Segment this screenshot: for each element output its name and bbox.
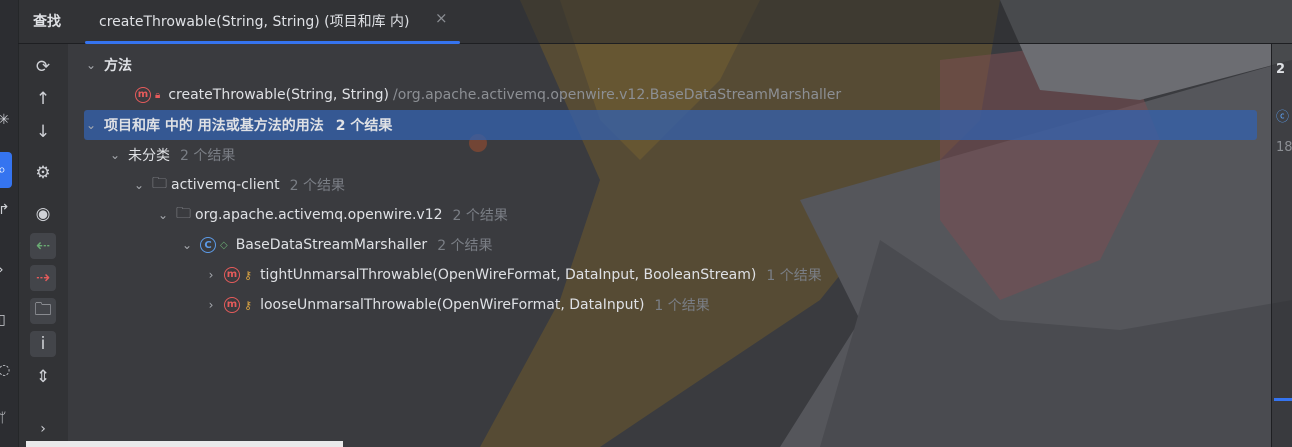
chevron-right-icon[interactable]: › [204,298,218,312]
right-side-panel: 2 ⓒ 18 [1271,44,1292,447]
find-tool-window: ✳ ⌕ ↱ › ▯ ◌ ᛘ 查找 createThrowable(String,… [0,0,1292,447]
tree-node-class[interactable]: ⌄ C ◇ BaseDataStreamMarshaller 2 个结果 [68,230,1258,260]
branch-icon[interactable]: ᛘ [0,410,12,426]
public-access-icon: ◇ [220,239,228,251]
method2-label: looseUnmarsalThrowable(OpenWireFormat, D… [260,297,645,313]
method-icon: m [224,297,240,313]
find-toolbar: ⟳ ↑ ↓ ⚙ ◉ ⇠ ⇢ 🗀 i ⇕ › [18,44,68,447]
results-tree: ⌄ 方法 m 🔒︎ createThrowable(String, String… [68,44,1268,447]
method1-label: tightUnmarsalThrowable(OpenWireFormat, D… [260,267,757,283]
right-edge-line-number: 18 [1276,140,1292,155]
chevron-down-icon[interactable]: ⌄ [132,178,146,192]
tree-node-package[interactable]: ⌄ 🗀 org.apache.activemq.openwire.v12 2 个… [68,200,1258,230]
usages-header-label: 项目和库 中的 用法或基方法的用法 [104,118,324,134]
class-label: BaseDataStreamMarshaller [235,237,428,253]
circle-icon[interactable]: ◌ [0,362,12,378]
tree-node-target-method[interactable]: m 🔒︎ createThrowable(String, String) /or… [68,80,1258,110]
chevron-down-icon[interactable]: ⌄ [84,58,98,72]
method-icon: m [135,87,151,103]
tree-node-usages[interactable]: ⌄ 项目和库 中的 用法或基方法的用法 2 个结果 [84,110,1257,140]
close-icon[interactable]: × [435,9,448,27]
chevron-right-icon[interactable]: › [30,416,56,442]
export-icon[interactable]: ⇢ [30,265,56,291]
expand-collapse-icon[interactable]: ⇕ [30,364,56,390]
tree-node-method-tight[interactable]: › m ⚷ tightUnmarsalThrowable(OpenWireFor… [68,260,1258,290]
chevron-right-icon[interactable]: › [204,268,218,282]
target-method-path: /org.apache.activemq.openwire.v12.BaseDa… [393,87,842,103]
package-icon: 🗀 [176,203,192,222]
bottom-scroll-bar[interactable] [26,441,343,447]
key-icon: ⚷ [244,298,253,312]
left-tool-strip: ✳ ⌕ ↱ › ▯ ◌ ᛘ [0,0,19,447]
uncategorized-label: 未分类 [128,148,170,164]
panel-header: 查找 createThrowable(String, String) (项目和库… [18,0,1292,44]
tab-find-results[interactable]: createThrowable(String, String) (项目和库 内)… [85,0,460,44]
right-edge-text: 2 [1276,62,1286,77]
settings-icon[interactable]: ⚙ [30,160,56,186]
method1-count: 1 个结果 [766,268,822,284]
folder-star-icon[interactable]: 🗀 [30,298,56,324]
chevron-down-icon[interactable]: ⌄ [108,148,122,162]
method2-count: 1 个结果 [654,298,710,314]
panel-title: 查找 [33,14,61,30]
class-icon: C [200,237,216,253]
chevron-icon[interactable]: › [0,262,12,278]
arrow-up-icon[interactable]: ↑ [30,86,56,112]
tree-node-method-loose[interactable]: › m ⚷ looseUnmarsalThrowable(OpenWireFor… [68,290,1258,320]
uncategorized-count: 2 个结果 [180,148,236,164]
tree-node-module[interactable]: ⌄ 🗀 activemq-client 2 个结果 [68,170,1258,200]
sparkle-icon[interactable]: ✳ [0,112,12,128]
refresh-icon[interactable]: ⟳ [30,54,56,80]
eye-icon[interactable]: ◉ [30,201,56,227]
lock-icon: 🔒︎ [155,89,161,101]
chevron-down-icon[interactable]: ⌄ [180,238,194,252]
package-count: 2 个结果 [452,208,508,224]
right-edge-indicator [1274,398,1292,401]
key-icon: ⚷ [244,268,253,282]
module-label: activemq-client [171,177,280,193]
tree-node-methods[interactable]: ⌄ 方法 [68,50,1258,80]
usages-count: 2 个结果 [335,118,393,134]
chevron-down-icon[interactable]: ⌄ [84,118,98,132]
info-icon[interactable]: i [30,331,56,357]
class-count: 2 个结果 [437,238,493,254]
chevron-down-icon[interactable]: ⌄ [156,208,170,222]
import-icon[interactable]: ⇠ [30,233,56,259]
class-icon: ⓒ [1276,110,1290,125]
tree-node-uncategorized[interactable]: ⌄ 未分类 2 个结果 [68,140,1258,170]
arrow-down-icon[interactable]: ↓ [30,119,56,145]
method-icon: m [224,267,240,283]
hook-icon[interactable]: ↱ [0,202,12,218]
terminal-icon[interactable]: ▯ [0,312,12,328]
search-icon[interactable]: ⌕ [0,162,12,178]
tab-label: createThrowable(String, String) (项目和库 内) [99,14,410,30]
target-method-label: createThrowable(String, String) [168,87,390,103]
package-label: org.apache.activemq.openwire.v12 [195,207,443,223]
module-count: 2 个结果 [289,178,345,194]
methods-header-label: 方法 [104,58,132,74]
module-folder-icon: 🗀 [152,173,168,192]
